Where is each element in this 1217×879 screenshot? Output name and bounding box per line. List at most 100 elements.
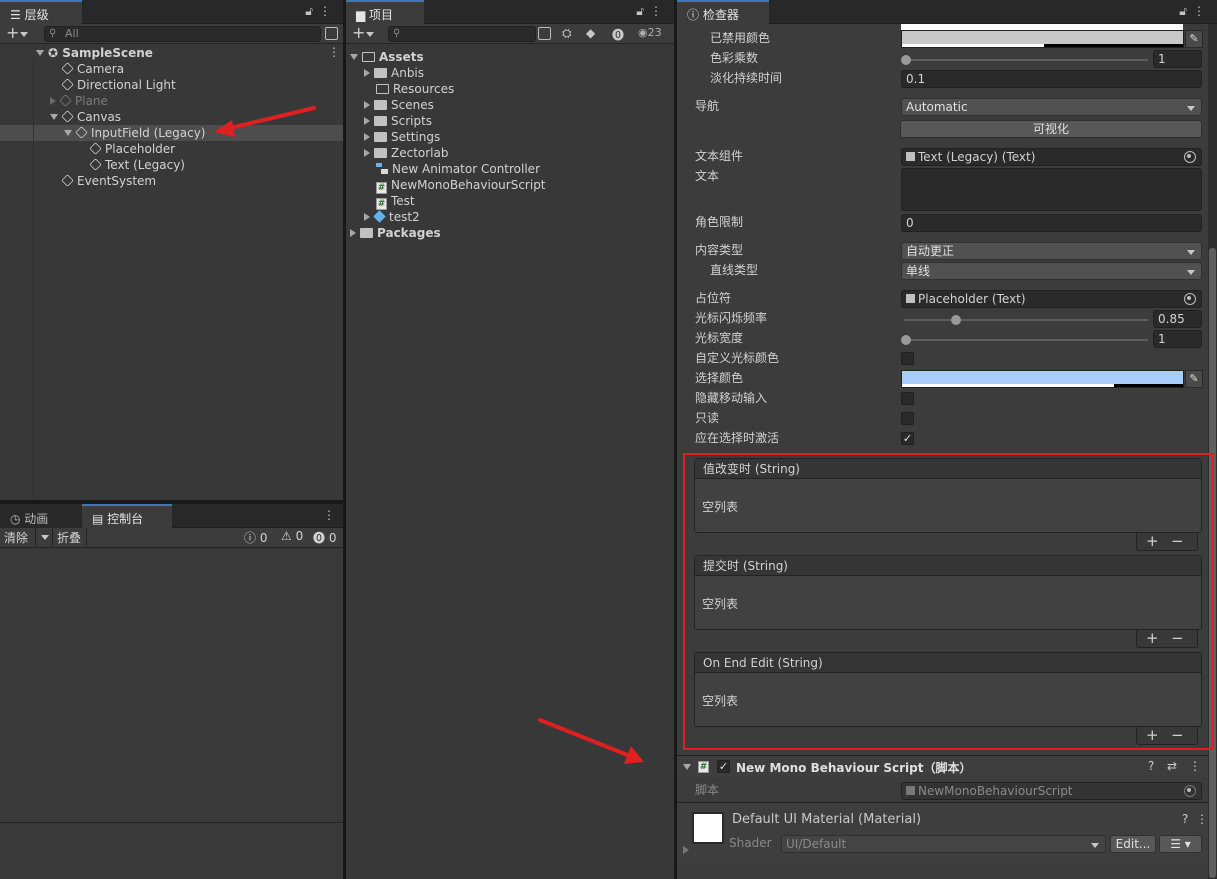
expand-icon[interactable]	[350, 54, 358, 60]
object-picker-icon[interactable]	[1184, 293, 1196, 305]
material-preview-thumbnail[interactable]	[692, 812, 724, 844]
project-item-animator-controller[interactable]: New Animator Controller	[376, 161, 540, 177]
content-type-dropdown[interactable]: 自动更正	[901, 242, 1202, 260]
hierarchy-item-text-legacy[interactable]: Text (Legacy)	[89, 157, 185, 173]
label-tag-icon[interactable]: ◆	[586, 26, 595, 40]
shader-options-button[interactable]: ☰ ▾	[1159, 835, 1202, 853]
fade-duration-field[interactable]: 0.1	[901, 70, 1202, 88]
color-multiplier-slider[interactable]	[904, 59, 1148, 61]
tab-animation[interactable]: ◷ 动画	[0, 504, 80, 528]
lock-icon[interactable]: 🔓︎	[636, 4, 650, 18]
tab-project[interactable]: ▆ 项目	[346, 0, 424, 24]
caret-width-knob[interactable]	[901, 335, 911, 345]
project-item-anbis[interactable]: Anbis	[364, 65, 424, 81]
search-by-type-icon[interactable]	[538, 27, 551, 40]
console-log-area[interactable]	[0, 549, 343, 819]
color-multiplier-knob[interactable]	[901, 55, 911, 65]
add-icon[interactable]: +	[6, 24, 19, 42]
caret-blink-field[interactable]: 0.85	[1153, 310, 1202, 328]
tab-inspector[interactable]: ⓘ 检查器	[677, 0, 769, 24]
object-picker-icon[interactable]	[1184, 151, 1196, 163]
hierarchy-item-plane[interactable]: Plane	[50, 93, 108, 109]
hierarchy-search-input[interactable]: ⚲ All	[44, 26, 321, 42]
preset-icon[interactable]: ⇄	[1167, 759, 1177, 773]
hierarchy-item-eventsystem[interactable]: EventSystem	[61, 173, 156, 189]
error-pause-toggle[interactable]	[86, 528, 87, 547]
line-type-dropdown[interactable]: 单线	[901, 262, 1202, 280]
project-search-input[interactable]: ⚲	[388, 26, 536, 42]
help-icon[interactable]: ?	[1182, 812, 1188, 826]
more-icon[interactable]: ⋮	[1196, 812, 1208, 826]
hide-mobile-input-checkbox[interactable]	[901, 392, 914, 405]
collapsed-icon[interactable]	[350, 229, 356, 237]
navigation-dropdown[interactable]: Automatic	[901, 98, 1202, 116]
filter-type-icon[interactable]: ⛭	[562, 26, 572, 41]
project-item-scripts[interactable]: Scripts	[364, 113, 432, 129]
component-enabled-checkbox[interactable]: ✓	[717, 760, 730, 773]
custom-caret-color-checkbox[interactable]	[901, 352, 914, 365]
log-alert-icon[interactable]: ⓿	[612, 26, 624, 43]
clear-button[interactable]: 清除	[4, 529, 28, 546]
caret-width-slider[interactable]	[904, 339, 1148, 341]
shader-edit-button[interactable]: Edit...	[1110, 835, 1156, 853]
text-area[interactable]	[901, 168, 1202, 211]
shader-dropdown[interactable]: UI/Default	[781, 835, 1106, 853]
caret-width-field[interactable]: 1	[1153, 330, 1202, 348]
expand-icon[interactable]	[50, 114, 58, 120]
collapsed-icon[interactable]	[364, 133, 370, 141]
help-icon[interactable]: ?	[1148, 759, 1154, 773]
more-icon[interactable]: ⋮	[1189, 759, 1201, 773]
more-icon[interactable]: ⋮	[323, 508, 335, 522]
caret-blink-slider[interactable]	[904, 319, 1148, 321]
info-count-toggle[interactable]: ⓘ 0	[244, 529, 267, 546]
hierarchy-item-placeholder[interactable]: Placeholder	[89, 141, 175, 157]
clear-options-dropdown[interactable]	[35, 528, 53, 547]
project-item-settings[interactable]: Settings	[364, 129, 440, 145]
project-item-zectorlab[interactable]: Zectorlab	[364, 145, 449, 161]
collapsed-icon[interactable]	[50, 97, 56, 105]
color-multiplier-field[interactable]: 1	[1153, 50, 1202, 68]
project-item-test[interactable]: # Test	[376, 193, 415, 210]
eyedropper-icon[interactable]: ✎	[1185, 370, 1203, 388]
expand-icon[interactable]	[36, 50, 44, 56]
tab-hierarchy[interactable]: ☰ 层级	[0, 0, 82, 24]
project-item-test2[interactable]: test2	[364, 209, 420, 225]
more-icon[interactable]: ⋮	[1193, 4, 1211, 18]
activate-on-select-checkbox[interactable]: ✓	[901, 432, 914, 445]
hidden-packages-toggle[interactable]: ◉23	[638, 26, 662, 39]
caret-blink-knob[interactable]	[951, 315, 961, 325]
hierarchy-item-canvas[interactable]: Canvas	[50, 109, 121, 125]
char-limit-field[interactable]: 0	[901, 214, 1202, 232]
warning-count-toggle[interactable]: ⚠ 0	[281, 529, 303, 543]
more-icon[interactable]: ⋮	[650, 4, 668, 18]
disabled-color-field[interactable]	[901, 30, 1184, 48]
lock-icon[interactable]: 🔓︎	[305, 4, 319, 18]
collapsed-icon[interactable]	[364, 213, 370, 221]
visualize-button[interactable]: 可视化	[900, 120, 1202, 138]
selection-color-field[interactable]	[901, 370, 1184, 388]
collapsed-icon[interactable]	[364, 149, 370, 157]
collapsed-icon[interactable]	[364, 101, 370, 109]
project-item-mono-script[interactable]: # NewMonoBehaviourScript	[376, 177, 546, 194]
hierarchy-item-camera[interactable]: Camera	[61, 61, 124, 77]
folder-packages[interactable]: Packages	[350, 225, 441, 241]
scene-row[interactable]: ✪ SampleScene	[36, 45, 153, 61]
error-count-toggle[interactable]: ⓿ 0	[313, 529, 336, 546]
hierarchy-item-inputfield[interactable]: InputField (Legacy)	[64, 125, 205, 141]
chevron-down-icon[interactable]	[366, 32, 374, 37]
hierarchy-item-directional-light[interactable]: Directional Light	[61, 77, 176, 93]
scene-more-icon[interactable]: ⋮	[328, 45, 340, 59]
collapsed-icon[interactable]	[364, 69, 370, 77]
project-item-resources[interactable]: Resources	[376, 81, 454, 97]
lock-icon[interactable]: 🔓︎	[1179, 4, 1193, 18]
console-detail-area[interactable]	[0, 822, 343, 879]
hierarchy-tab-icons[interactable]: 🔓︎⋮	[305, 4, 337, 19]
collapse-button[interactable]: 折叠	[57, 529, 81, 546]
text-component-field[interactable]: Text (Legacy) (Text)	[901, 148, 1202, 166]
read-only-checkbox[interactable]	[901, 412, 914, 425]
chevron-down-icon[interactable]	[20, 32, 28, 37]
collapsed-icon[interactable]	[364, 117, 370, 125]
expand-icon[interactable]	[683, 764, 691, 770]
collapsed-icon[interactable]	[683, 846, 689, 854]
inspector-scrollbar[interactable]	[1208, 24, 1217, 879]
